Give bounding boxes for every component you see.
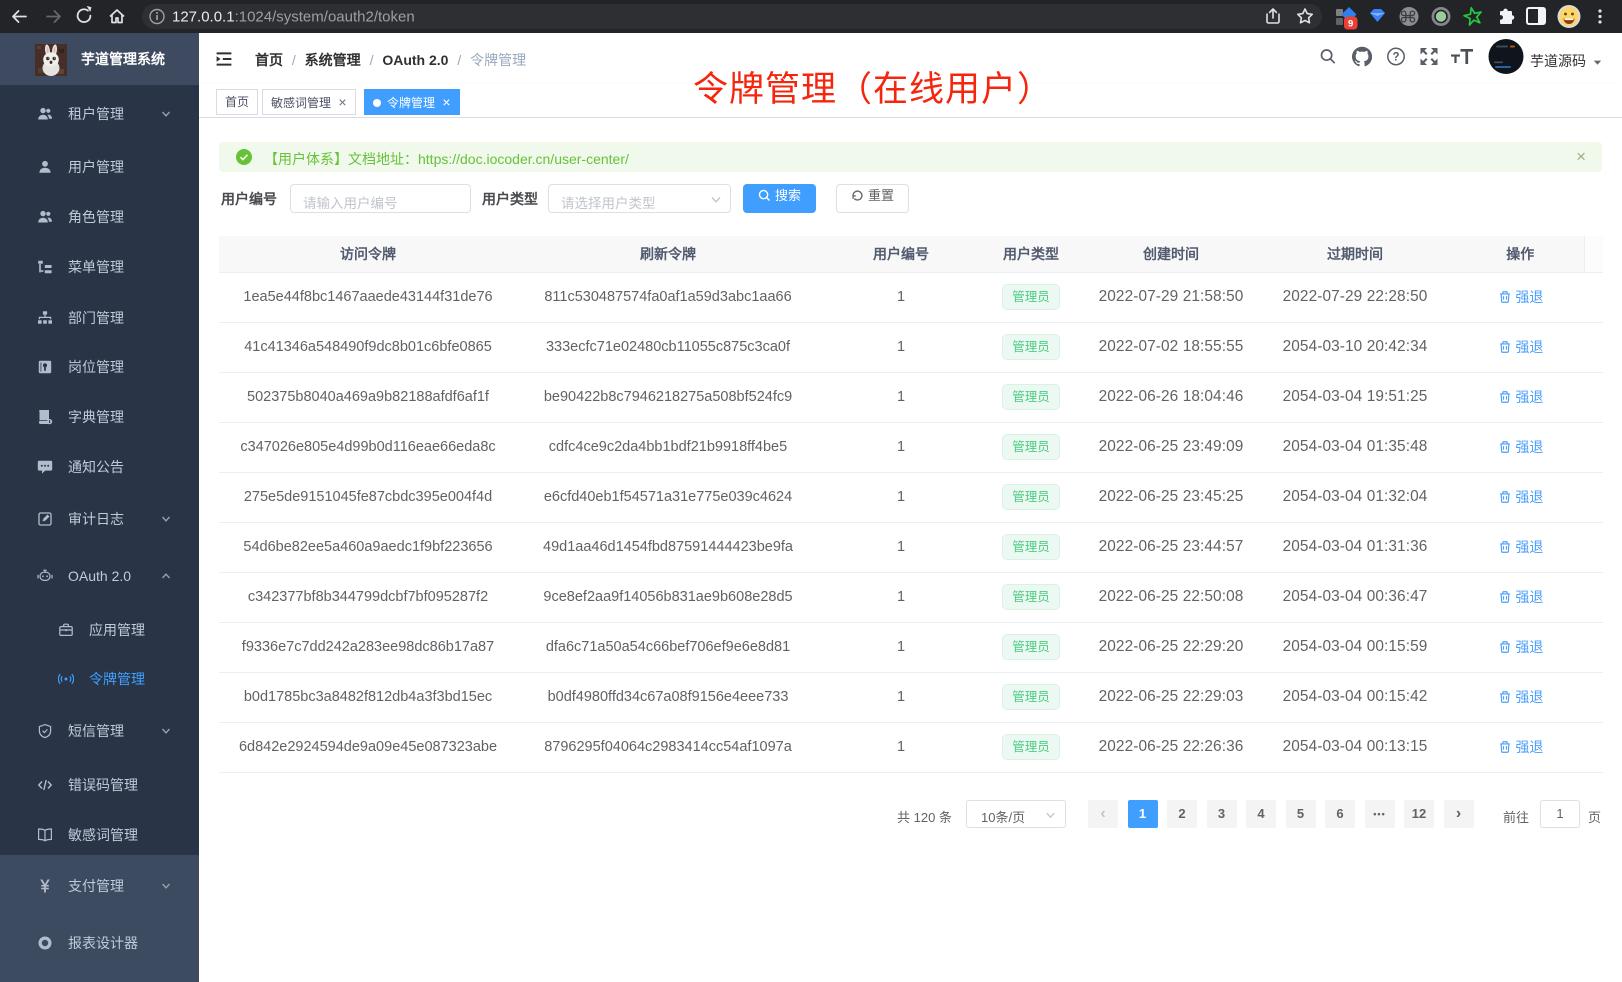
svg-text:9: 9	[1348, 19, 1353, 30]
svg-text:?: ?	[1392, 51, 1399, 63]
svg-text:127.0.0.1:1024/system/oauth2/t: 127.0.0.1:1024/system/oauth2/token	[172, 9, 415, 26]
